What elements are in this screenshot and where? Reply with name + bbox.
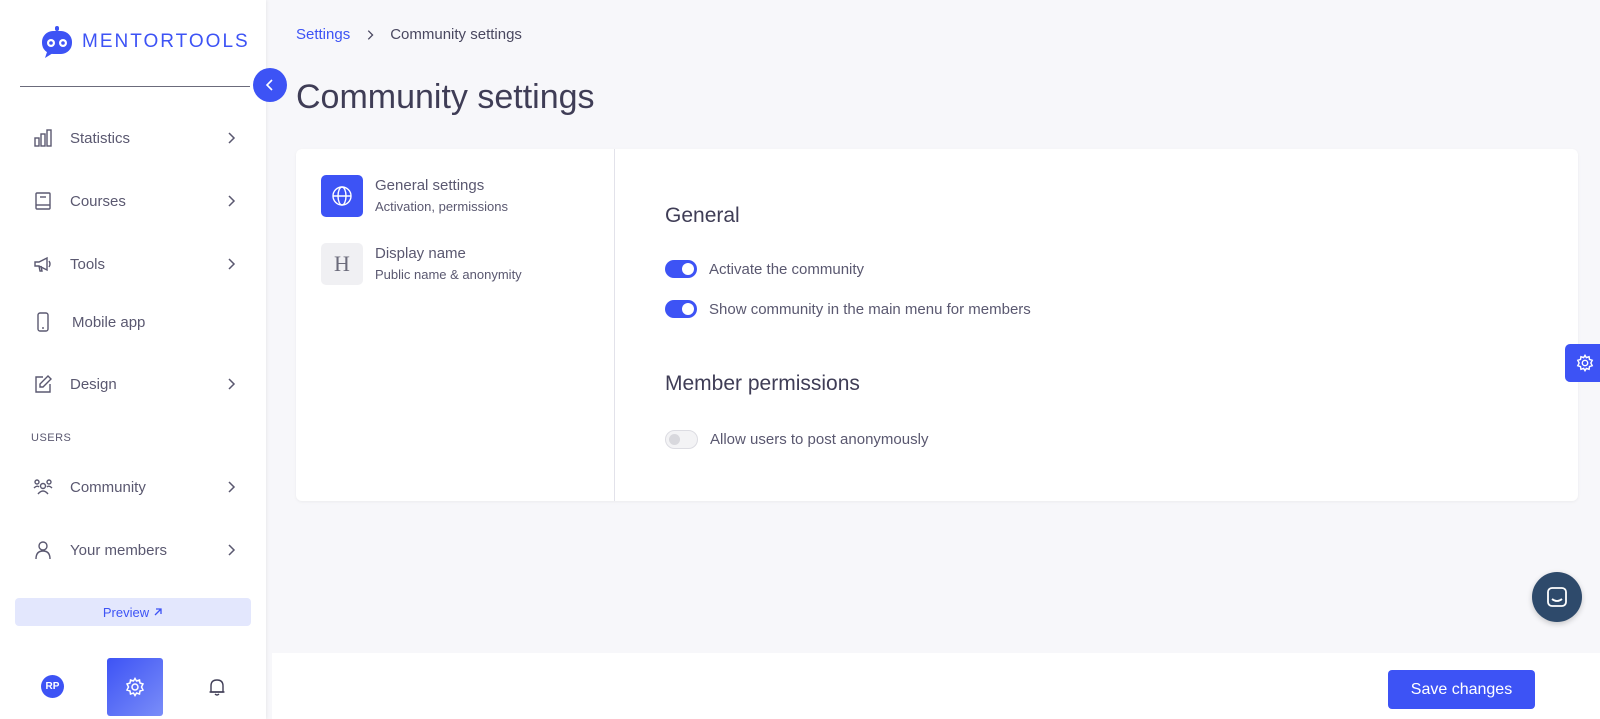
anonymous-posting-toggle-row[interactable]: Allow users to post anonymously bbox=[665, 429, 928, 449]
chevron-right-icon bbox=[228, 132, 236, 144]
logo[interactable]: MENTORTOOLS bbox=[41, 24, 250, 60]
submenu-description: Activation, permissions bbox=[375, 199, 508, 214]
book-icon bbox=[35, 192, 51, 210]
smartphone-icon bbox=[37, 312, 49, 332]
page-title: Community settings bbox=[296, 78, 595, 116]
gear-icon bbox=[125, 677, 145, 697]
submenu-item-general-settings[interactable]: General settings Activation, permissions bbox=[321, 175, 601, 217]
activate-community-toggle[interactable] bbox=[665, 260, 697, 278]
collapse-sidebar-button[interactable] bbox=[253, 68, 287, 102]
user-icon bbox=[35, 541, 51, 560]
chevron-right-icon bbox=[228, 378, 236, 390]
save-changes-button[interactable]: Save changes bbox=[1388, 670, 1535, 709]
sidebar-item-label: Statistics bbox=[70, 129, 131, 147]
sidebar-divider bbox=[20, 86, 250, 87]
robot-logo-icon bbox=[42, 26, 72, 58]
chevron-right-icon bbox=[368, 29, 374, 40]
sidebar-item-design[interactable]: Design bbox=[0, 364, 266, 404]
activate-community-toggle-row[interactable]: Activate the community bbox=[665, 259, 864, 279]
sidebar-item-label: Community bbox=[70, 478, 146, 496]
settings-button[interactable] bbox=[107, 658, 163, 716]
submenu-icon-tile bbox=[321, 175, 363, 217]
sidebar-item-label: Your members bbox=[70, 541, 167, 559]
chevron-right-icon bbox=[228, 195, 236, 207]
heading-icon: H bbox=[321, 243, 363, 285]
submenu-title: General settings bbox=[375, 177, 485, 194]
sidebar-item-tools[interactable]: Tools bbox=[0, 244, 266, 284]
show-in-menu-toggle-row[interactable]: Show community in the main menu for memb… bbox=[665, 299, 1031, 319]
settings-content: General Activate the community Show comm… bbox=[615, 149, 1578, 501]
anonymous-posting-toggle[interactable] bbox=[665, 429, 698, 449]
sidebar-item-statistics[interactable]: Statistics bbox=[0, 118, 266, 158]
chevron-right-icon bbox=[228, 258, 236, 270]
bell-icon[interactable] bbox=[207, 677, 227, 697]
globe-icon bbox=[332, 186, 352, 206]
users-section-label: USERS bbox=[31, 432, 72, 444]
breadcrumb-settings-link[interactable]: Settings bbox=[296, 26, 350, 43]
chevron-right-icon bbox=[228, 481, 236, 493]
pencil-icon bbox=[35, 375, 52, 393]
breadcrumb-current: Community settings bbox=[390, 26, 522, 43]
settings-submenu: General settings Activation, permissions… bbox=[296, 149, 615, 501]
users-icon bbox=[33, 479, 53, 495]
sidebar-item-label: Design bbox=[70, 375, 117, 393]
preview-label: Preview bbox=[102, 604, 150, 620]
settings-card: General settings Activation, permissions… bbox=[296, 149, 1578, 501]
show-in-menu-toggle[interactable] bbox=[665, 300, 697, 318]
submenu-title: Display name bbox=[375, 245, 466, 262]
gear-icon bbox=[1576, 354, 1594, 372]
sidebar-item-community[interactable]: Community bbox=[0, 467, 266, 507]
sidebar-item-mobile-app[interactable]: Mobile app bbox=[0, 302, 266, 342]
sidebar-item-label: Tools bbox=[70, 255, 106, 273]
sidebar-item-label: Courses bbox=[70, 192, 126, 210]
member-permissions-heading: Member permissions bbox=[665, 372, 860, 395]
brand-name: MENTORTOOLS bbox=[82, 31, 250, 52]
breadcrumb: Settings Community settings bbox=[296, 26, 522, 43]
chat-launcher-button[interactable] bbox=[1532, 572, 1582, 622]
chevron-left-icon bbox=[265, 79, 273, 91]
toggle-label: Allow users to post anonymously bbox=[710, 430, 929, 448]
sidebar: MENTORTOOLS Statistics Courses Tools Mob… bbox=[0, 0, 266, 719]
external-arrow-icon bbox=[154, 608, 162, 616]
chat-icon bbox=[1547, 587, 1567, 607]
sidebar-item-your-members[interactable]: Your members bbox=[0, 530, 266, 570]
preview-button[interactable]: Preview bbox=[15, 598, 251, 626]
submenu-item-display-name[interactable]: H Display name Public name & anonymity bbox=[321, 243, 601, 285]
floating-settings-button[interactable] bbox=[1565, 344, 1600, 382]
bar-chart-icon bbox=[34, 129, 52, 147]
sidebar-item-label: Mobile app bbox=[72, 313, 146, 331]
submenu-description: Public name & anonymity bbox=[375, 267, 522, 282]
toggle-label: Activate the community bbox=[709, 260, 865, 278]
toggle-label: Show community in the main menu for memb… bbox=[709, 300, 1031, 318]
chevron-right-icon bbox=[228, 544, 236, 556]
sidebar-item-courses[interactable]: Courses bbox=[0, 181, 266, 221]
megaphone-icon bbox=[34, 256, 51, 272]
general-heading: General bbox=[665, 204, 740, 227]
avatar[interactable]: RP bbox=[41, 675, 64, 698]
